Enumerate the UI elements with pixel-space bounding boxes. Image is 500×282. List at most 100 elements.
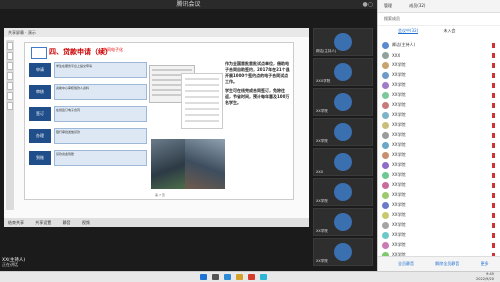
more-button[interactable]: 更多 (481, 261, 489, 266)
members-panel: 管理 成员(32) 搜索成员 会议中(32) 未入会 卿洁(主持人) XXX XX学… (377, 0, 500, 271)
shared-screen: 共享屏幕 · 演示 四、贷款申请（续） 合同电子化 申请 学生在服务平台上提交申请… (4, 28, 309, 218)
member-row[interactable]: XX学院 (378, 140, 500, 150)
member-row[interactable]: XX学院 (378, 90, 500, 100)
mic-icon[interactable] (492, 222, 495, 228)
member-row[interactable]: XX学院 (378, 120, 500, 130)
mic-icon[interactable] (492, 192, 495, 198)
slide-tag: 合同电子化 (103, 47, 123, 52)
member-row[interactable]: XX学院 (378, 110, 500, 120)
mic-icon[interactable] (492, 182, 495, 188)
mic-icon[interactable] (492, 52, 495, 58)
member-name: XX学院 (392, 132, 406, 137)
status-indicator: ●○ (362, 1, 373, 8)
member-row[interactable]: XX学院 (378, 70, 500, 80)
member-row[interactable]: XX学院 (378, 220, 500, 230)
member-name: XX学院 (392, 172, 406, 177)
mic-icon[interactable] (492, 82, 495, 88)
tab-in-meeting[interactable]: 会议中(32) (398, 28, 419, 34)
stop-share-button[interactable]: 结束共享 (8, 220, 24, 225)
mic-icon[interactable] (492, 142, 495, 148)
member-name: XX学院 (392, 202, 406, 207)
avatar (382, 91, 389, 99)
member-row[interactable]: XX学院 (378, 240, 500, 250)
slide-thumbnails[interactable] (6, 40, 14, 210)
mic-icon[interactable] (492, 162, 495, 168)
avatar (334, 93, 352, 111)
member-row[interactable]: XX学院 (378, 150, 500, 160)
member-name: XX学院 (392, 162, 406, 167)
mic-icon[interactable] (492, 102, 495, 108)
member-list: 卿洁(主持人) XXX XX学院 XX学院 XX学院 XX学院 XX学院 XX学院 XX学院 XX… (378, 40, 500, 260)
member-name: XX学院 (392, 222, 406, 227)
mic-icon[interactable] (492, 62, 495, 68)
member-row[interactable]: XX学院 (378, 210, 500, 220)
member-row[interactable]: XX学院 (378, 180, 500, 190)
mute-button[interactable]: 静音 (63, 220, 71, 225)
member-row[interactable]: XX学院 (378, 100, 500, 110)
meeting-icon[interactable] (260, 274, 267, 280)
unmute-all-button[interactable]: 解除全员静音 (435, 261, 459, 266)
mic-icon[interactable] (492, 212, 495, 218)
mic-icon[interactable] (492, 132, 495, 138)
video-tile[interactable]: XX学院 (313, 208, 373, 236)
slide-bullets: 作为全国首批首批试点单位，借助电子合同自助签约，2017年在21个县开展1000… (225, 61, 290, 105)
app-icon[interactable] (248, 274, 255, 280)
mic-icon[interactable] (492, 152, 495, 158)
video-tile[interactable]: 卿洁(主持人) (313, 28, 373, 56)
avatar (382, 101, 389, 109)
video-tile[interactable]: XX学院 (313, 238, 373, 266)
member-name: XX学院 (392, 212, 406, 217)
share-settings-button[interactable]: 共享设置 (35, 220, 51, 225)
start-icon[interactable] (200, 274, 207, 280)
video-tile[interactable]: XXX学院 (313, 58, 373, 86)
member-name: XX学院 (392, 92, 406, 97)
member-row[interactable]: XX学院 (378, 160, 500, 170)
member-row[interactable]: XXX (378, 50, 500, 60)
mic-icon[interactable] (492, 242, 495, 248)
member-search[interactable]: 搜索成员 (378, 13, 500, 26)
member-row[interactable]: XX学院 (378, 60, 500, 70)
mic-icon[interactable] (492, 202, 495, 208)
process-steps: 申请 学生在服务平台上提交申请 审核 资助中心审核借款人资料 签订 在线签订电子合同 … (29, 61, 147, 171)
member-row[interactable]: 卿洁(主持人) (378, 40, 500, 50)
mic-icon[interactable] (492, 112, 495, 118)
member-row[interactable]: XX学院 (378, 170, 500, 180)
tab-not-joined[interactable]: 未入会 (444, 28, 456, 33)
member-row[interactable]: XX学院 (378, 130, 500, 140)
manage-tab[interactable]: 管理 (384, 3, 392, 8)
video-button[interactable]: 视频 (82, 220, 90, 225)
search-icon[interactable] (212, 274, 219, 280)
mic-icon[interactable] (492, 42, 495, 48)
member-row[interactable]: XX学院 (378, 80, 500, 90)
member-row[interactable]: XX学院 (378, 190, 500, 200)
video-tile[interactable]: XX学院 (313, 178, 373, 206)
member-name: XX学院 (392, 82, 406, 87)
member-row[interactable]: XX学院 (378, 200, 500, 210)
mic-icon[interactable] (492, 92, 495, 98)
member-name: XXX (392, 52, 401, 58)
member-name: XX学院 (392, 62, 406, 67)
member-name: XX学院 (392, 142, 406, 147)
mic-icon[interactable] (492, 72, 495, 78)
step-row: 申请 学生在服务平台上提交申请 (29, 61, 147, 79)
member-name: XX学院 (392, 112, 406, 117)
browser-icon[interactable] (224, 274, 231, 280)
avatar (382, 241, 389, 249)
panel-footer: 全员静音 解除全员静音 更多 (378, 256, 500, 271)
avatar (382, 151, 389, 159)
folder-icon[interactable] (236, 274, 243, 280)
mic-icon[interactable] (492, 122, 495, 128)
video-tile[interactable]: XXX (313, 148, 373, 176)
video-tile[interactable]: XX学院 (313, 118, 373, 146)
mic-icon[interactable] (492, 232, 495, 238)
avatar (334, 243, 352, 261)
mic-icon[interactable] (492, 172, 495, 178)
video-tile[interactable]: XX学院 (313, 88, 373, 116)
avatar (382, 121, 389, 129)
member-name: XX学院 (392, 72, 406, 77)
mute-all-button[interactable]: 全员静音 (398, 261, 414, 266)
contract-image (181, 73, 223, 129)
member-row[interactable]: XX学院 (378, 230, 500, 240)
step-row: 到账 贷款资金到账 (29, 149, 147, 167)
avatar (382, 171, 389, 179)
